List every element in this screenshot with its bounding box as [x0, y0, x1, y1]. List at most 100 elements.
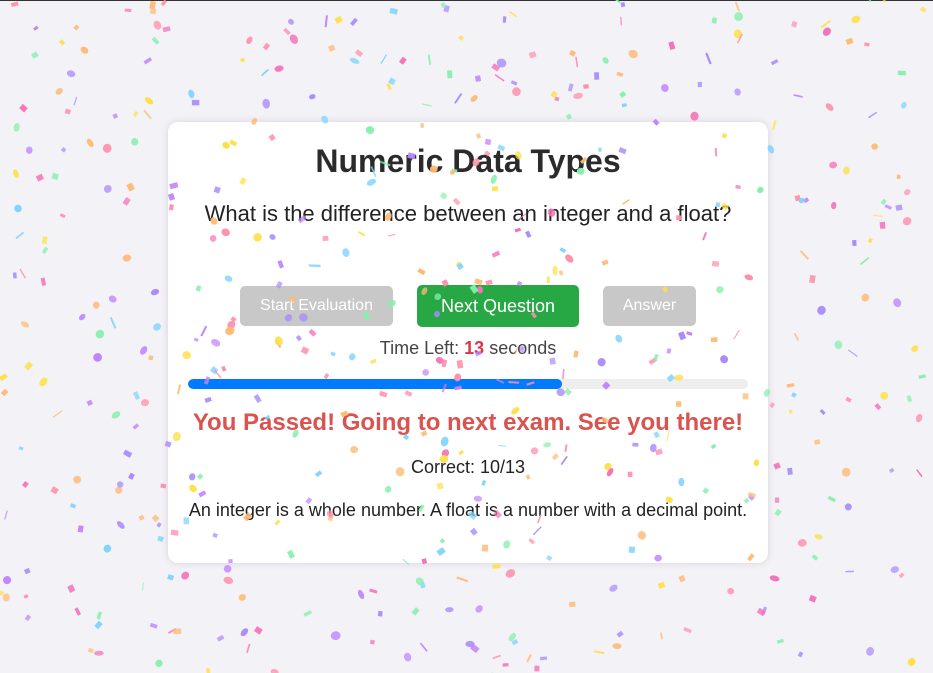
- confetti-piece: [60, 147, 67, 153]
- confetti-piece: [575, 56, 579, 68]
- confetti-piece: [41, 236, 48, 245]
- confetti-piece: [470, 95, 478, 102]
- confetti-piece: [69, 503, 77, 509]
- confetti-piece: [167, 628, 177, 634]
- confetti-piece: [167, 574, 175, 581]
- confetti-piece: [569, 601, 576, 608]
- confetti-piece: [773, 462, 781, 470]
- confetti-piece: [620, 1, 626, 8]
- confetti-piece: [419, 581, 426, 589]
- confetti-piece: [565, 113, 573, 120]
- confetti-piece: [388, 77, 396, 86]
- confetti-piece: [350, 17, 358, 26]
- confetti-piece: [799, 250, 809, 260]
- confetti-piece: [188, 89, 195, 99]
- confetti-piece: [845, 570, 855, 573]
- confetti-piece: [40, 277, 47, 286]
- confetti-piece: [262, 42, 271, 51]
- confetti-piece: [328, 44, 336, 52]
- window-top-border: [0, 0, 933, 1]
- confetti-piece: [151, 514, 160, 523]
- confetti-piece: [191, 99, 200, 106]
- confetti-piece: [879, 221, 886, 229]
- confetti-piece: [142, 582, 144, 591]
- confetti-piece: [772, 120, 777, 131]
- confetti-piece: [841, 467, 851, 477]
- confetti-piece: [156, 522, 162, 528]
- confetti-piece: [803, 197, 810, 204]
- confetti-piece: [369, 588, 378, 594]
- confetti-piece: [411, 607, 420, 616]
- confetti-piece: [847, 349, 858, 357]
- confetti-piece: [93, 353, 102, 362]
- confetti-piece: [283, 27, 291, 36]
- confetti-piece: [12, 272, 17, 279]
- confetti-piece: [734, 12, 744, 21]
- next-question-button[interactable]: Next Question: [417, 285, 579, 327]
- confetti-piece: [205, 667, 211, 673]
- confetti-piece: [897, 70, 906, 76]
- confetti-piece: [122, 196, 131, 206]
- confetti-piece: [324, 15, 328, 28]
- confetti-piece: [494, 74, 505, 82]
- confetti-piece: [24, 361, 34, 371]
- timer-seconds-value: 13: [464, 338, 485, 358]
- confetti-piece: [895, 204, 903, 212]
- confetti-piece: [151, 36, 160, 45]
- confetti-piece: [116, 521, 125, 529]
- confetti-piece: [138, 514, 145, 521]
- confetti-piece: [774, 508, 782, 517]
- confetti-piece: [415, 577, 424, 586]
- confetti-piece: [240, 57, 246, 63]
- confetti-piece: [583, 84, 589, 89]
- confetti-piece: [902, 217, 912, 226]
- confetti-piece: [814, 533, 823, 540]
- confetti-piece: [403, 652, 412, 662]
- confetti-piece: [132, 391, 141, 400]
- confetti-piece: [22, 481, 29, 488]
- confetti-piece: [454, 92, 463, 104]
- confetti-piece: [511, 639, 519, 646]
- answer-button[interactable]: Answer: [603, 286, 696, 326]
- confetti-piece: [140, 346, 148, 355]
- confetti-piece: [898, 572, 905, 579]
- confetti-piece: [918, 374, 926, 379]
- start-evaluation-button[interactable]: Start Evaluation: [240, 286, 393, 326]
- confetti-piece: [711, 17, 718, 24]
- confetti-piece: [262, 98, 271, 109]
- confetti-piece: [144, 97, 154, 105]
- confetti-piece: [25, 146, 33, 154]
- confetti-piece: [149, 7, 157, 15]
- answer-explanation: An integer is a whole number. A float is…: [188, 500, 748, 520]
- timer: Time Left: 13 seconds: [168, 338, 768, 359]
- confetti-piece: [52, 410, 63, 418]
- confetti-piece: [880, 391, 889, 400]
- confetti-piece: [223, 564, 232, 573]
- confetti-piece: [916, 469, 923, 478]
- confetti-piece: [842, 166, 850, 175]
- confetti-piece: [474, 75, 482, 82]
- confetti-piece: [616, 630, 624, 638]
- confetti-piece: [19, 268, 26, 279]
- confetti-piece: [422, 103, 432, 107]
- confetti-piece: [13, 122, 20, 132]
- confetti-piece: [809, 274, 816, 284]
- confetti-piece: [389, 7, 398, 15]
- confetti-piece: [74, 607, 81, 616]
- confetti-piece: [153, 323, 161, 331]
- confetti-piece: [776, 638, 784, 644]
- confetti-piece: [122, 254, 132, 262]
- confetti-piece: [526, 654, 532, 663]
- confetti-piece: [867, 237, 873, 244]
- confetti-piece: [132, 423, 139, 430]
- confetti-piece: [246, 643, 251, 654]
- confetti-piece: [150, 288, 160, 296]
- confetti-piece: [103, 184, 112, 193]
- confetti-piece: [896, 174, 901, 179]
- confetti-piece: [115, 486, 123, 494]
- confetti-piece: [793, 332, 800, 341]
- confetti-piece: [492, 654, 501, 660]
- confetti-piece: [86, 138, 94, 148]
- confetti-piece: [380, 54, 387, 65]
- confetti-piece: [157, 535, 164, 542]
